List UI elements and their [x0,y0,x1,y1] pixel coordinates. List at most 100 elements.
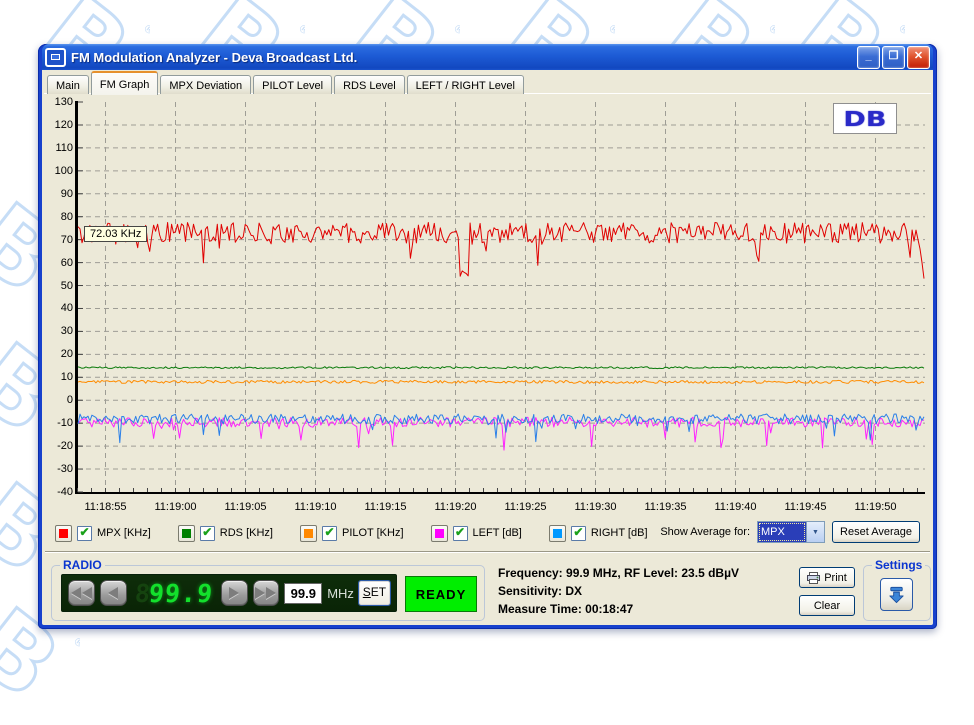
frequency-display: 8 99.9 [135,579,213,608]
series-color-button[interactable] [549,525,566,542]
set-button[interactable]: SET [359,581,390,605]
y-tick-label: 40 [45,302,73,314]
step-up-button[interactable] [221,580,248,606]
y-tick-label: 30 [45,325,73,337]
app-icon [45,48,66,67]
y-tick-label: 110 [45,142,73,154]
legend-item: ✔ MPX [KHz] [55,525,151,542]
tab-fm-graph[interactable]: FM Graph [91,71,159,95]
x-tick-label: 11:18:55 [78,501,134,513]
series-visibility-checkbox[interactable]: ✔ [200,526,215,541]
y-tick-label: 20 [45,348,73,360]
left-arrow-icon [108,587,118,599]
svg-text:®: ® [140,21,150,38]
plot-area [75,101,926,495]
mhz-unit-label: MHz [327,586,354,601]
radio-groupbox: RADIO 8 99.9 99.9 MHz [51,565,485,621]
x-tick-label: 11:19:10 [288,501,344,513]
tab-left-right-level[interactable]: LEFT / RIGHT Level [407,75,524,94]
close-button[interactable]: ✕ [907,46,930,69]
series-color-button[interactable] [300,525,317,542]
svg-text:®: ® [765,21,775,38]
series-color-button[interactable] [55,525,72,542]
seek-up-button[interactable] [253,580,280,606]
series-legend: ✔ MPX [KHz] ✔ RDS [KHz] ✔ PILOT [KHz] ✔ LEFT [d… [55,522,648,544]
clear-button[interactable]: Clear [799,595,855,616]
status-indicator: READY [405,576,477,612]
step-down-button[interactable] [100,580,127,606]
frequency-digits: 99.9 [147,579,214,608]
legend-label: MPX [KHz] [97,527,151,539]
print-button[interactable]: Print [799,567,855,588]
y-tick-label: 0 [45,394,73,406]
average-series-select[interactable]: MPX ▼ [757,521,825,543]
series-visibility-checkbox[interactable]: ✔ [453,526,468,541]
y-tick-label: -10 [45,417,73,429]
measurement-info: Frequency: 99.9 MHz, RF Level: 23.5 dBµV… [498,564,739,618]
series-visibility-checkbox[interactable]: ✔ [322,526,337,541]
measure-time-text: Measure Time: 00:18:47 [498,600,739,618]
double-right-arrow-icon [255,587,265,599]
series-color-button[interactable] [178,525,195,542]
x-tick-label: 11:19:05 [218,501,274,513]
printer-icon [807,572,820,584]
svg-text:®: ® [70,634,80,651]
svg-text:®: ® [895,21,905,38]
window-title: FM Modulation Analyzer - Deva Broadcast … [71,50,852,65]
legend-item: ✔ LEFT [dB] [431,525,522,542]
svg-text:®: ® [295,21,305,38]
x-tick-label: 11:19:25 [498,501,554,513]
value-tooltip: 72.03 KHz [84,226,147,242]
y-tick-label: -20 [45,440,73,452]
double-left-arrow-icon [71,587,81,599]
chevron-down-icon[interactable]: ▼ [806,522,824,542]
legend-label: PILOT [KHz] [342,527,404,539]
y-tick-label: 120 [45,119,73,131]
seek-down-button[interactable] [68,580,95,606]
legend-item: ✔ RDS [KHz] [178,525,273,542]
x-tick-label: 11:19:00 [148,501,204,513]
reset-average-button[interactable]: Reset Average [832,521,920,543]
show-average-label: Show Average for: [660,526,750,538]
svg-text:®: ® [605,21,615,38]
radio-group-label: RADIO [60,558,105,572]
settings-group-label: Settings [872,558,925,572]
tab-main[interactable]: Main [47,75,89,94]
frequency-rf-level-text: Frequency: 99.9 MHz, RF Level: 23.5 dBµV [498,564,739,582]
title-bar[interactable]: FM Modulation Analyzer - Deva Broadcast … [42,44,933,70]
y-tick-label: 50 [45,280,73,292]
x-tick-label: 11:19:15 [358,501,414,513]
sensitivity-text: Sensitivity: DX [498,582,739,600]
y-tick-label: 90 [45,188,73,200]
legend-item: ✔ PILOT [KHz] [300,525,404,542]
settings-button[interactable] [880,578,913,611]
x-tick-label: 11:19:35 [638,501,694,513]
tab-mpx-deviation[interactable]: MPX Deviation [160,75,251,94]
legend-item: ✔RIGHT [dB] [549,525,648,542]
tab-bar: Main FM Graph MPX Deviation PILOT Level … [47,73,524,94]
x-tick-label: 11:19:50 [848,501,904,513]
legend-label: LEFT [dB] [473,527,522,539]
tab-rds-level[interactable]: RDS Level [334,75,405,94]
frequency-input[interactable]: 99.9 [284,583,322,604]
settings-groupbox: Settings [863,565,931,621]
series-color-button[interactable] [431,525,448,542]
tuner-lcd-panel: 8 99.9 99.9 MHz SET [61,574,397,612]
fm-graph-chart[interactable]: 72.03 KHz DB [75,101,926,495]
series-visibility-checkbox[interactable]: ✔ [77,526,92,541]
print-button-label: Print [824,572,847,584]
maximize-button[interactable]: ❐ [882,46,905,69]
svg-text:®: ® [450,21,460,38]
tab-pilot-level[interactable]: PILOT Level [253,75,332,94]
download-arrow-icon [887,585,906,605]
x-tick-label: 11:19:40 [708,501,764,513]
app-window: FM Modulation Analyzer - Deva Broadcast … [38,44,937,629]
average-selected-value: MPX [758,522,806,542]
y-tick-label: 100 [45,165,73,177]
x-tick-label: 11:19:30 [568,501,624,513]
x-tick-label: 11:19:45 [778,501,834,513]
minimize-button[interactable]: _ [857,46,880,69]
legend-label: RDS [KHz] [220,527,273,539]
series-visibility-checkbox[interactable]: ✔ [571,526,586,541]
db-logo-text: DB [843,107,886,131]
